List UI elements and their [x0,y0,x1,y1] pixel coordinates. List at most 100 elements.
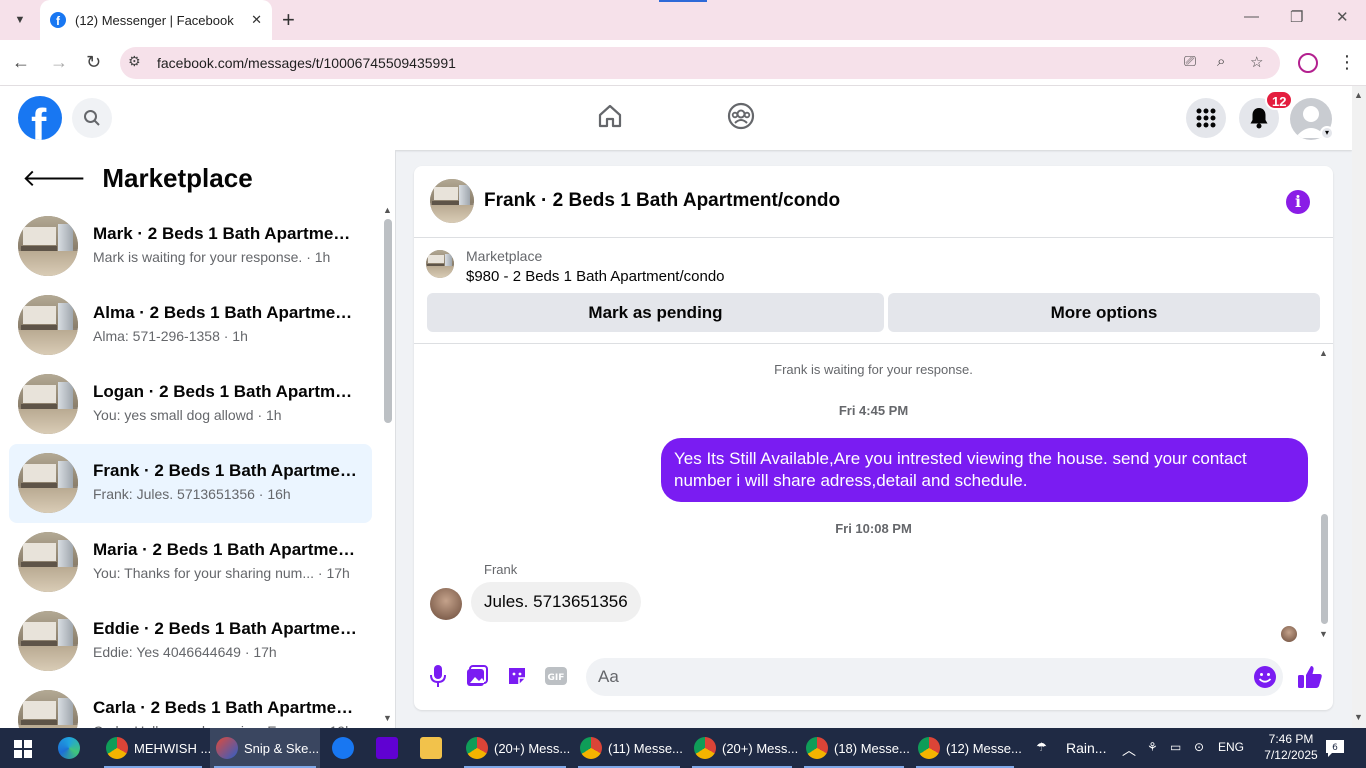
menu-grid-icon[interactable] [1186,98,1226,138]
conversation-item[interactable]: Frank · 2 Beds 1 Bath Apartment/condo Fra… [9,444,372,523]
photo-gallery-icon[interactable] [464,663,490,689]
sender-avatar[interactable] [430,588,462,620]
chevron-up-icon[interactable]: ︿ [1122,740,1136,760]
message-scrollbar[interactable]: ▲ ▼ [1317,348,1329,644]
wifi-icon[interactable]: ⚘ [1147,740,1158,754]
groups-icon[interactable] [727,102,755,135]
address-bar-row: ← → ↻ ⚙ facebook.com/messages/t/10006745… [0,40,1366,86]
language-indicator[interactable]: ENG [1218,740,1244,754]
listing-card: Marketplace $980 - 2 Beds 1 Bath Apartme… [414,238,1333,344]
conversation-thumbnail [18,295,78,355]
bookmark-star-icon[interactable]: ☆ [1250,53,1263,71]
taskbar-app-button[interactable]: (11) Messe... [574,728,684,768]
chrome-icon [806,737,828,759]
forward-arrow-icon[interactable]: → [50,52,68,73]
taskbar-app-button[interactable]: (18) Messe... [800,728,910,768]
back-arrow-icon[interactable]: 🡐 [22,163,86,193]
sidebar-scrollbar[interactable]: ▲ ▼ [380,205,392,725]
conversation-item[interactable]: Alma · 2 Beds 1 Bath Apartment/condo Alma… [9,286,372,365]
camera-icon[interactable]: ⊙ [1194,740,1204,754]
conversation-item[interactable]: Carla · 2 Beds 1 Bath Apartment/condoCar… [9,681,372,728]
taskbar-app-button[interactable]: (20+) Mess... [460,728,570,768]
chrome-icon [580,737,602,759]
sticker-icon[interactable] [504,663,530,689]
browser-tab-bar: ▼ f (12) Messenger | Facebook ✕ + — ❐ ✕ [0,0,1366,40]
chrome-icon [918,737,940,759]
tab-search-chevron-icon[interactable]: ▼ [8,8,32,32]
conversation-thumbnail [18,611,78,671]
browser-menu-icon[interactable]: ⋮ [1338,52,1356,73]
battery-icon[interactable]: ▭ [1170,740,1181,754]
gif-icon[interactable]: GIF [543,663,569,689]
sidebar-header: 🡐 Marketplace [22,162,253,194]
facebook-icon [332,737,354,759]
conversation-preview: Mark is waiting for your response. · 1h [93,249,331,265]
conversation-item[interactable]: Maria · 2 Beds 1 Bath Apartment/condo You… [9,523,372,602]
chat-title[interactable]: Frank · 2 Beds 1 Bath Apartment/condo [484,190,840,212]
info-icon[interactable]: i [1286,190,1310,214]
message-input[interactable] [586,658,1283,696]
yahoo-icon [376,737,398,759]
install-app-icon[interactable]: ⎚ [1184,53,1196,70]
chat-panel: Frank · 2 Beds 1 Bath Apartment/condo i … [414,166,1333,710]
chrome-icon [466,737,488,759]
mark-as-pending-button[interactable]: Mark as pending [427,293,884,332]
tab-close-icon[interactable]: ✕ [251,12,262,28]
folder-icon [420,737,442,759]
conversation-item[interactable]: Logan · 2 Beds 1 Bath Apartment/condo You… [9,365,372,444]
minimize-icon[interactable]: — [1244,8,1259,25]
taskbar-app-button[interactable]: (12) Messe... [912,728,1022,768]
omnibox[interactable]: ⚙ facebook.com/messages/t/10006745509435… [120,47,1280,79]
taskbar-app-label: (11) Messe... [608,740,683,756]
home-icon[interactable] [596,102,624,135]
taskbar-app-button[interactable]: MEHWISH ... [100,728,211,768]
conversation-item[interactable]: Eddie · 2 Beds 1 Bath Apartment/condo Edd… [9,602,372,681]
site-info-icon[interactable]: ⚙ [128,53,141,70]
taskbar-app-button[interactable] [414,728,450,768]
emoji-icon[interactable] [1253,665,1277,689]
conversation-thumbnail [18,532,78,592]
taskbar-app-button[interactable] [326,728,362,768]
outgoing-message-bubble[interactable]: Yes Its Still Available,Are you intreste… [661,438,1308,502]
window-close-icon[interactable]: ✕ [1336,8,1349,26]
taskbar-app-button[interactable]: Snip & Ske... [210,728,320,768]
listing-small-thumbnail[interactable] [426,250,454,278]
browser-tab[interactable]: f (12) Messenger | Facebook ✕ [40,0,272,40]
listing-thumbnail[interactable] [430,179,474,223]
timestamp: Fri 10:08 PM [835,521,912,536]
incoming-message-bubble[interactable]: Jules. 5713651356 [471,582,641,622]
taskbar-app-button[interactable]: (20+) Mess... [688,728,798,768]
new-tab-icon[interactable]: + [282,8,295,32]
restore-icon[interactable]: ❐ [1290,8,1303,26]
sidebar-scroll-thumb[interactable] [384,219,392,423]
edge-browser-icon[interactable] [58,728,80,768]
microphone-icon[interactable] [425,663,451,689]
listing-price[interactable]: $980 - 2 Beds 1 Bath Apartment/condo [466,268,725,285]
more-options-button[interactable]: More options [888,293,1320,332]
zoom-icon[interactable]: ⌕ [1217,53,1225,70]
taskbar-app-button[interactable] [370,728,406,768]
weather-label[interactable]: Rain... [1066,740,1106,756]
taskbar-app-label: (12) Messe... [946,740,1022,756]
url-text[interactable]: facebook.com/messages/t/1000674550943599… [157,55,456,71]
reload-icon[interactable]: ↻ [86,52,101,73]
browser-profile-icon[interactable] [1298,53,1318,73]
conversation-item[interactable]: Mark · 2 Beds 1 Bath Apartment/condo Mark… [9,207,372,286]
thumbs-up-icon[interactable] [1296,663,1324,691]
weather-icon[interactable]: ☂ [1036,740,1047,754]
conversation-name: Maria · 2 Beds 1 Bath Apartment/condo [93,540,357,559]
message-scroll-thumb[interactable] [1321,514,1328,624]
notification-count: 6 [1332,743,1338,753]
timestamp: Fri 4:45 PM [838,403,909,418]
notification-center-icon[interactable]: 6 [1324,738,1346,761]
clock[interactable]: 7:46 PM 7/12/2025 [1262,731,1320,763]
sidebar-title: Marketplace [102,162,253,193]
back-arrow-icon[interactable]: ← [12,52,30,73]
account-chevron-down-icon[interactable]: ▾ [1320,126,1334,140]
waiting-note: Frank is waiting for your response. [774,362,973,377]
facebook-logo-icon[interactable]: f [18,96,62,140]
page-scrollbar[interactable]: ▲ ▼ [1352,86,1366,728]
conversation-preview: Alma: 571-296-1358 · 1h [93,328,248,344]
search-icon[interactable] [72,98,112,138]
windows-start-icon[interactable] [14,740,32,763]
